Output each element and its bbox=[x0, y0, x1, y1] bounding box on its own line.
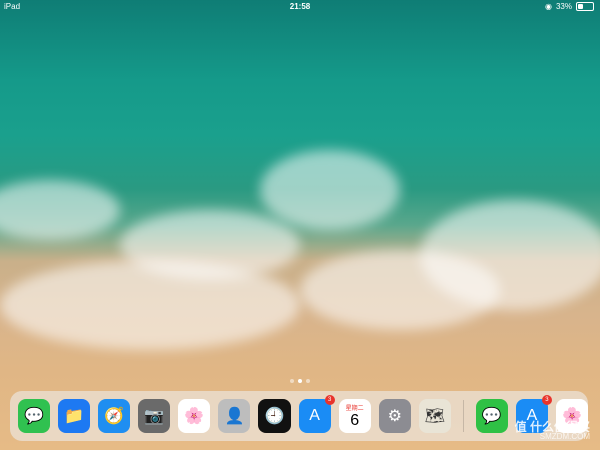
app-icon-files[interactable]: 📁 bbox=[58, 399, 91, 433]
app-icon-app-store[interactable]: A3 bbox=[298, 395, 335, 433]
camera-icon: 📷 bbox=[144, 408, 165, 425]
app-icon-contacts[interactable]: 👤 bbox=[218, 399, 251, 433]
app-icon-photos[interactable]: 🌸 bbox=[178, 399, 211, 433]
calendar-weekday: 星期二 bbox=[345, 405, 364, 412]
app-icon-maps[interactable]: 🗺 bbox=[418, 399, 451, 433]
status-bar: iPad 21:58 ◉ 33% bbox=[0, 0, 600, 14]
wave-foam bbox=[0, 260, 300, 350]
app-icon-wechat[interactable]: 💬 bbox=[475, 399, 508, 433]
app-icon-clock[interactable]: 🕘 bbox=[258, 399, 291, 433]
calendar-day: 6 bbox=[350, 411, 360, 429]
app-icon-safari[interactable]: 🧭 bbox=[98, 399, 131, 433]
app-icon-messages[interactable]: 💬 bbox=[18, 399, 51, 433]
dock-divider bbox=[462, 400, 464, 432]
photos-icon: 🌸 bbox=[184, 408, 205, 425]
page-indicator[interactable] bbox=[0, 379, 600, 383]
app-store-icon: A bbox=[309, 407, 320, 424]
status-right-group: ◉ 33% bbox=[545, 2, 594, 11]
page-dot[interactable] bbox=[298, 379, 302, 383]
wave-foam bbox=[0, 180, 120, 240]
battery-percent: 33% bbox=[555, 2, 572, 11]
files-icon: 📁 bbox=[64, 408, 85, 425]
messages-icon: 💬 bbox=[24, 408, 44, 425]
wave-foam bbox=[300, 250, 500, 330]
notification-badge: 3 bbox=[541, 395, 552, 405]
page-dot[interactable] bbox=[306, 379, 310, 383]
page-dot[interactable] bbox=[290, 379, 294, 383]
app-icon-calendar[interactable]: 星期二 6 bbox=[338, 399, 371, 433]
battery-fill bbox=[578, 4, 583, 9]
wave-foam bbox=[260, 150, 400, 230]
battery-icon bbox=[576, 2, 594, 11]
app-icon-camera[interactable]: 📷 bbox=[138, 399, 171, 433]
orientation-lock-icon: ◉ bbox=[545, 2, 552, 11]
clock-time: 21:58 bbox=[289, 2, 311, 11]
wechat-icon: 💬 bbox=[481, 408, 502, 425]
watermark-url: SMZDM.COM bbox=[539, 432, 590, 441]
safari-icon: 🧭 bbox=[104, 408, 125, 425]
contacts-icon: 👤 bbox=[224, 408, 245, 425]
maps-icon: 🗺 bbox=[424, 408, 445, 425]
settings-icon: ⚙ bbox=[387, 408, 402, 425]
dock: 💬 📁 🧭 📷 🌸 👤 🕘 A 3 星期二 6 ⚙ 🗺 💬 A 3 🌸 bbox=[10, 391, 589, 441]
clock-icon: 🕘 bbox=[264, 408, 285, 425]
app-icon-settings[interactable]: ⚙ bbox=[378, 399, 411, 433]
notification-badge: 3 bbox=[324, 395, 335, 405]
